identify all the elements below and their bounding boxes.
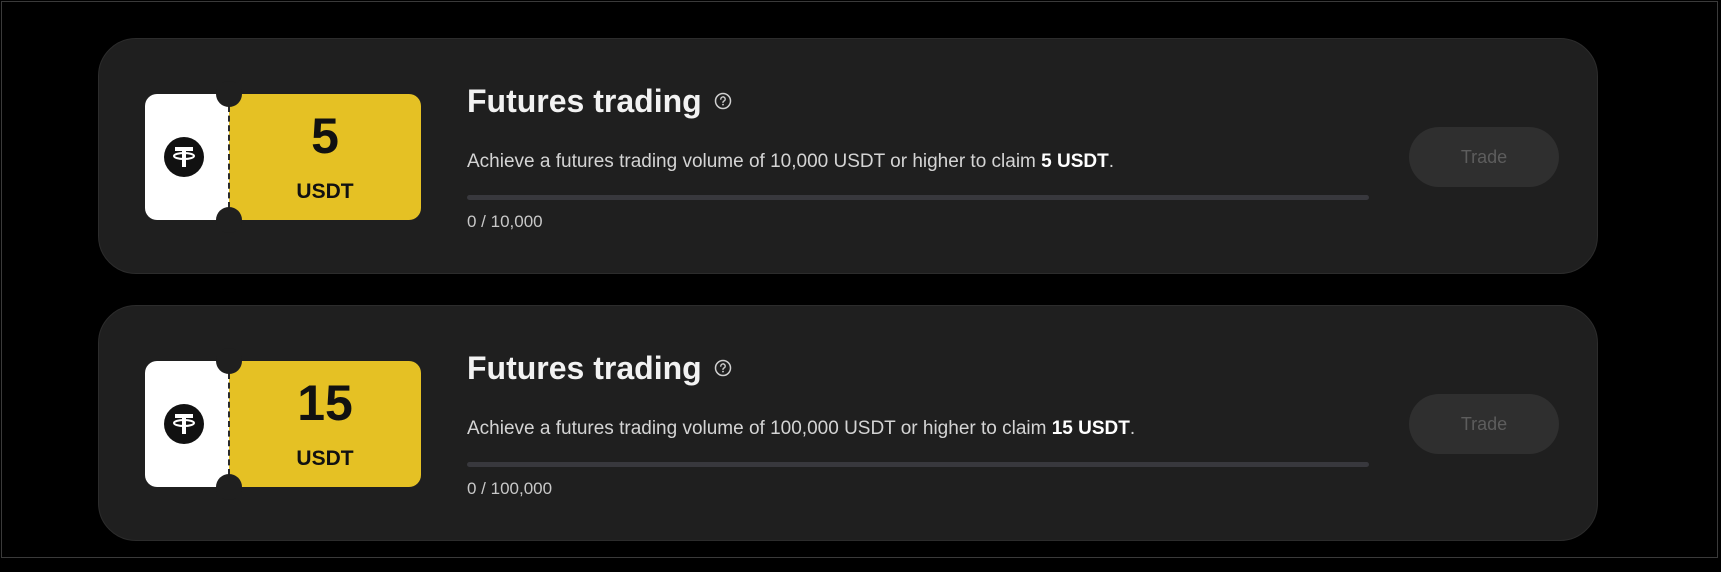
- tether-icon: [164, 404, 204, 444]
- task-description-text: Achieve a futures trading volume of 10,0…: [467, 151, 1042, 172]
- task-title-row: Futures trading: [467, 81, 732, 121]
- reward-amount: 15 USDT: [1051, 418, 1130, 439]
- task-description-suffix: .: [1129, 418, 1136, 439]
- task-title: Futures trading: [467, 83, 702, 119]
- task-description: Achieve a futures trading volume of 10,0…: [467, 149, 1114, 175]
- coupon-unit: USDT: [296, 447, 354, 470]
- task-description: Achieve a futures trading volume of 100,…: [467, 416, 1135, 442]
- task-title-row: Futures trading: [467, 348, 732, 388]
- coupon-notch: [216, 348, 242, 374]
- task-description-suffix: .: [1108, 151, 1115, 172]
- help-icon[interactable]: [714, 359, 732, 377]
- progress-bar: [467, 462, 1369, 467]
- progress-text: 0 / 100,000: [467, 479, 553, 498]
- page-frame: 5 USDT Futures trading Achieve a futures…: [1, 1, 1718, 558]
- coupon-amount: 5: [311, 108, 339, 164]
- tether-icon: [164, 137, 204, 177]
- task-title: Futures trading: [467, 350, 702, 386]
- coupon-unit: USDT: [296, 180, 354, 203]
- task-description-text: Achieve a futures trading volume of 100,…: [467, 418, 1052, 439]
- reward-coupon: 5 USDT: [145, 81, 421, 233]
- coupon-notch: [216, 207, 242, 233]
- task-list: 5 USDT Futures trading Achieve a futures…: [98, 38, 1598, 572]
- trade-button[interactable]: Trade: [1409, 394, 1559, 454]
- trade-button[interactable]: Trade: [1409, 127, 1559, 187]
- coupon-notch: [216, 474, 242, 500]
- task-card: 5 USDT Futures trading Achieve a futures…: [98, 38, 1598, 274]
- coupon-stub: [145, 94, 229, 220]
- reward-amount: 5 USDT: [1041, 151, 1109, 172]
- progress-bar: [467, 195, 1369, 200]
- coupon-stub: [145, 361, 229, 487]
- coupon-notch: [216, 81, 242, 107]
- reward-coupon: 15 USDT: [145, 348, 421, 500]
- task-card: 15 USDT Futures trading Achieve a future…: [98, 305, 1598, 541]
- progress-text: 0 / 10,000: [467, 212, 543, 231]
- coupon-amount: 15: [297, 375, 353, 431]
- help-icon[interactable]: [714, 92, 732, 110]
